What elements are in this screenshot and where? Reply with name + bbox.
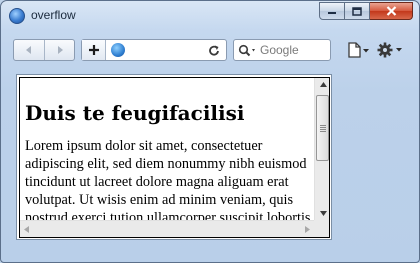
- vertical-scroll-thumb[interactable]: [316, 95, 329, 161]
- search-icon[interactable]: [238, 43, 258, 62]
- add-tab-button[interactable]: [82, 40, 106, 60]
- close-button[interactable]: [370, 2, 413, 20]
- browser-window: overflow Google Duis te feugifacilisi Lo…: [0, 0, 420, 263]
- scroll-left-arrow-icon[interactable]: [24, 226, 29, 233]
- page-icon: [348, 42, 369, 58]
- minimize-button[interactable]: [319, 2, 345, 20]
- vertical-scrollbar[interactable]: [314, 78, 329, 220]
- browser-globe-icon: [9, 8, 25, 24]
- search-box[interactable]: [233, 39, 331, 61]
- scroll-up-arrow-icon[interactable]: [320, 82, 327, 87]
- horizontal-scrollbar[interactable]: [20, 220, 314, 237]
- close-icon: [386, 6, 396, 16]
- scroll-down-arrow-icon[interactable]: [320, 211, 327, 216]
- globe-icon: [111, 43, 125, 57]
- maximize-button[interactable]: [345, 2, 370, 20]
- page-viewport: Duis te feugifacilisi Lorem ipsum dolor …: [16, 74, 332, 240]
- maximize-icon: [352, 6, 362, 16]
- title-bar[interactable]: overflow: [1, 1, 419, 31]
- article-paragraph: Lorem ipsum dolor sit amet, consectetuer…: [25, 138, 311, 220]
- navigation-toolbar: [7, 34, 413, 66]
- scroll-right-arrow-icon[interactable]: [305, 226, 310, 233]
- settings-button[interactable]: [377, 41, 407, 59]
- back-forward-group: [13, 39, 75, 61]
- plus-icon: [88, 45, 99, 55]
- overflow-box[interactable]: Duis te feugifacilisi Lorem ipsum dolor …: [19, 77, 330, 238]
- forward-arrow-icon: [57, 46, 63, 54]
- window-controls: [319, 2, 413, 21]
- article-heading: Duis te feugifacilisi: [25, 101, 245, 125]
- gear-icon: [377, 42, 402, 58]
- reload-button[interactable]: [207, 43, 221, 62]
- window-title: overflow: [31, 8, 76, 22]
- forward-button[interactable]: [44, 40, 74, 60]
- overflow-content: Duis te feugifacilisi Lorem ipsum dolor …: [25, 78, 311, 220]
- minimize-icon: [328, 12, 336, 14]
- page-menu-button[interactable]: [345, 41, 373, 59]
- address-bar[interactable]: [81, 39, 227, 61]
- back-button[interactable]: [14, 40, 44, 60]
- scrollbar-corner: [314, 220, 329, 237]
- search-input[interactable]: [260, 42, 328, 58]
- scroll-grip: [320, 125, 326, 133]
- back-arrow-icon: [26, 46, 31, 54]
- reload-icon: [209, 45, 219, 56]
